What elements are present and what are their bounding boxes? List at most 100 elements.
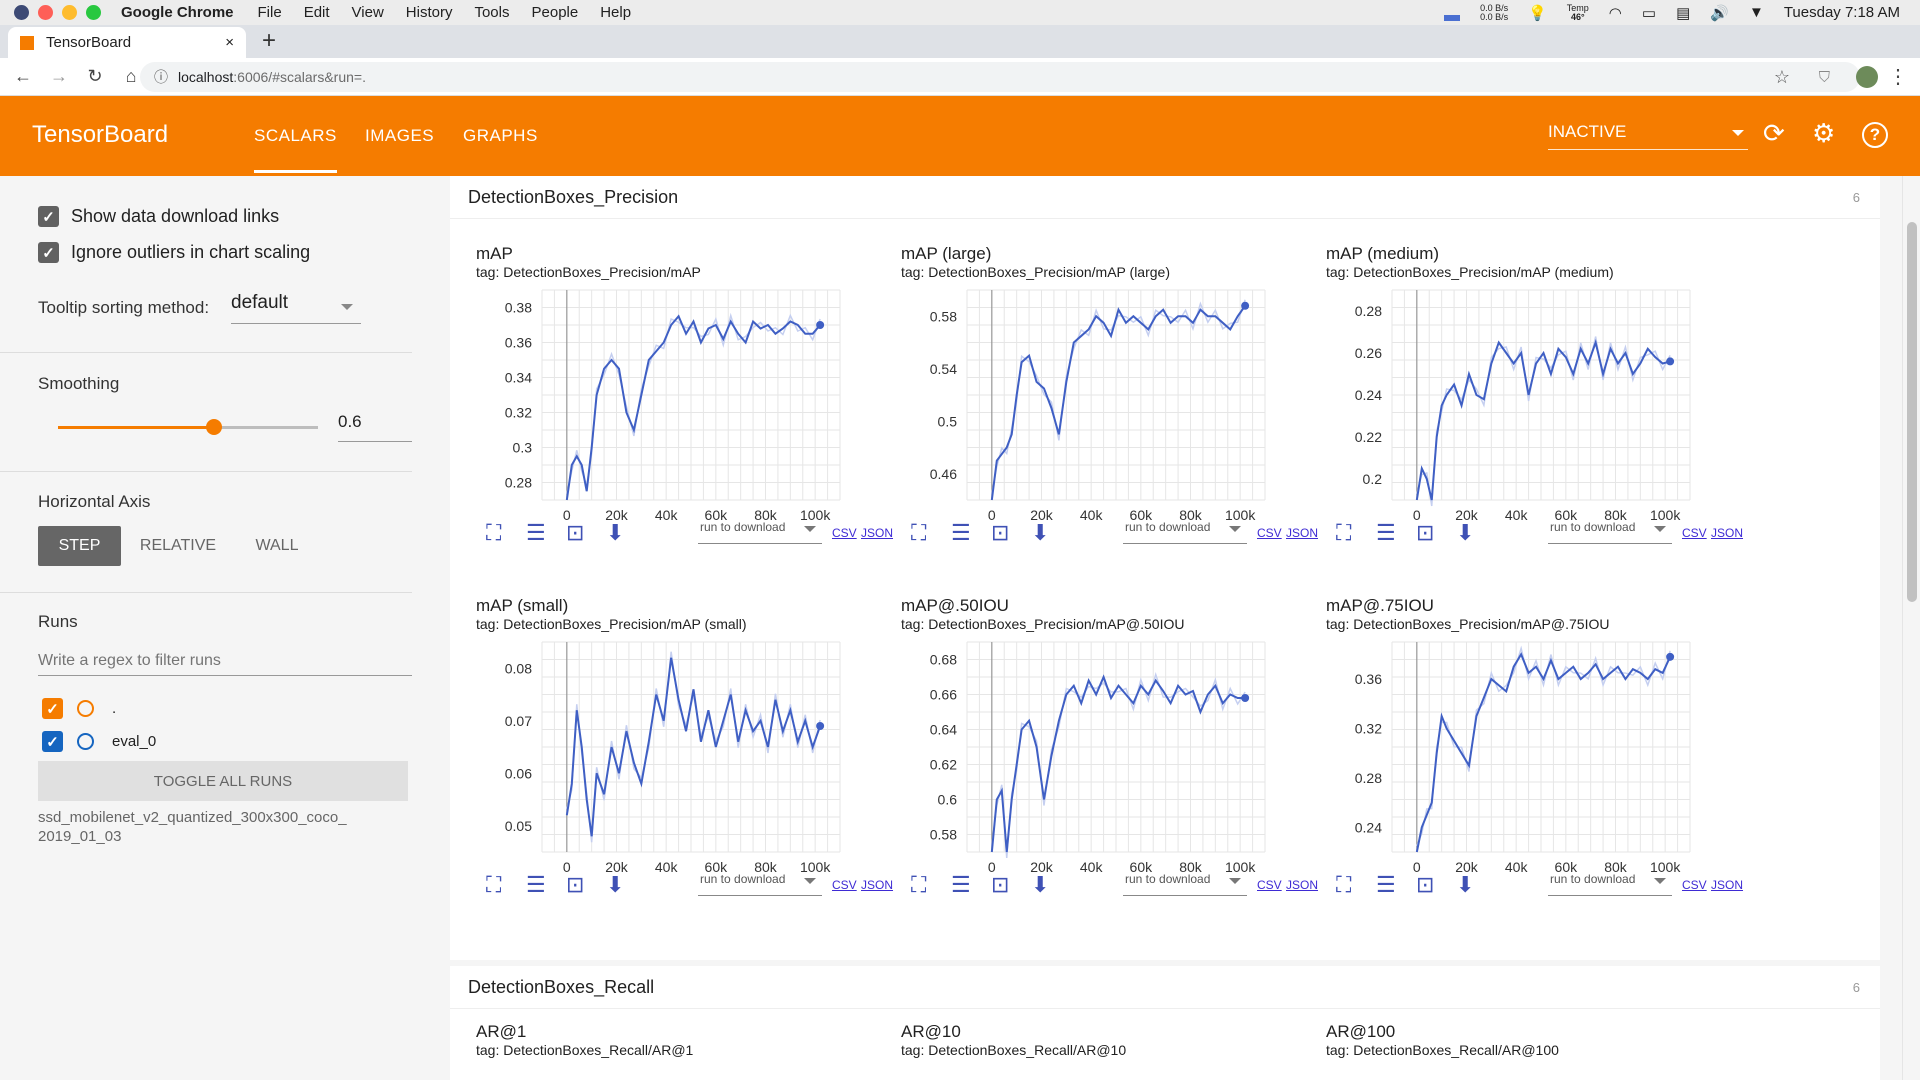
run-to-download-select[interactable]: run to download [1123,520,1247,544]
menu-view[interactable]: View [352,4,384,21]
fullscreen-icon[interactable]: ⛶ [486,520,514,548]
axis-step-button[interactable]: STEP [38,526,121,566]
menu-file[interactable]: File [258,4,282,21]
download-icon[interactable]: ⬇ [606,872,634,900]
line-chart[interactable]: 0.28 0.3 0.32 0.34 0.36 0.38 0 20k 40k 60k 80k 100k [450,280,860,520]
line-chart[interactable]: 0.46 0.5 0.54 0.58 0 20k 40k 60k 80k 100k [875,280,1285,520]
toggle-log-scale-icon[interactable]: ☰ [526,872,554,900]
run-to-download-select[interactable]: run to download [1548,872,1672,896]
new-tab-icon[interactable]: + [262,27,276,55]
toggle-log-scale-icon[interactable]: ☰ [1376,872,1404,900]
minimize-window-icon[interactable] [62,5,77,20]
line-chart[interactable]: 0.05 0.06 0.07 0.08 0 20k 40k 60k 80k 100k [450,632,860,872]
run-to-download-select[interactable]: run to download [1548,520,1672,544]
run-color-radio-icon[interactable] [77,700,94,717]
runs-filter-input[interactable] [38,646,412,676]
run-to-download-select[interactable]: run to download [698,520,822,544]
download-icon[interactable]: ⬇ [1456,872,1484,900]
zoom-window-icon[interactable] [86,5,101,20]
browser-tab-tensorboard[interactable]: TensorBoard × [8,27,246,58]
menu-down-icon[interactable]: ▼ [1749,4,1764,21]
run-checkbox-checked-icon[interactable]: ✓ [42,698,63,719]
tab-graphs[interactable]: GRAPHS [463,126,538,146]
smoothing-slider-handle[interactable] [206,419,222,435]
line-chart[interactable]: 0.58 0.6 0.62 0.64 0.66 0.68 0 20k 40k 60k 80k 100k [875,632,1285,872]
toggle-all-runs-button[interactable]: TOGGLE ALL RUNS [38,761,408,801]
axis-wall-button[interactable]: WALL [236,526,318,566]
menu-tools[interactable]: Tools [474,4,509,21]
fit-domain-icon[interactable]: ⊡ [1416,872,1444,900]
close-tab-icon[interactable]: × [225,34,234,51]
fedora-icon[interactable] [14,5,29,20]
forward-icon[interactable]: → [46,66,72,87]
fit-domain-icon[interactable]: ⊡ [991,872,1019,900]
download-icon[interactable]: ⬇ [1456,520,1484,548]
extension-shield-icon[interactable]: ⛉ [1819,69,1830,86]
csv-download-link[interactable]: CSV [832,878,857,892]
run-checkbox-checked-icon[interactable]: ✓ [42,731,63,752]
ignore-outliers-checkbox[interactable]: ✓ Ignore outliers in chart scaling [38,242,310,263]
menu-people[interactable]: People [532,4,579,21]
close-window-icon[interactable] [38,5,53,20]
bookmark-star-icon[interactable]: ☆ [1774,67,1790,88]
tooltip-sorting-select[interactable]: default [231,292,361,324]
settings-gear-icon[interactable]: ⚙ [1812,118,1835,149]
volume-icon[interactable]: 🔊 [1710,4,1729,22]
clipboard-icon[interactable]: ▤ [1676,4,1690,22]
csv-download-link[interactable]: CSV [1682,526,1707,540]
reload-data-icon[interactable]: ⟳ [1763,118,1785,149]
toggle-log-scale-icon[interactable]: ☰ [951,872,979,900]
download-icon[interactable]: ⬇ [606,520,634,548]
fit-domain-icon[interactable]: ⊡ [991,520,1019,548]
fit-domain-icon[interactable]: ⊡ [566,872,594,900]
fullscreen-icon[interactable]: ⛶ [911,872,939,900]
chrome-menu-icon[interactable]: ⋮ [1888,64,1908,89]
toggle-log-scale-icon[interactable]: ☰ [526,520,554,548]
smoothing-input[interactable]: 0.6 [338,412,412,442]
wifi-icon[interactable]: ◠ [1609,4,1622,22]
url-input[interactable]: ⓘ localhost:6006/#scalars&run=. ☆ ⛉ [140,62,1860,92]
toggle-log-scale-icon[interactable]: ☰ [1376,520,1404,548]
tab-images[interactable]: IMAGES [365,126,434,146]
menu-history[interactable]: History [406,4,453,21]
show-download-links-checkbox[interactable]: ✓ Show data download links [38,206,279,227]
run-row-eval-0[interactable]: ✓ eval_0 [42,731,156,752]
reload-icon[interactable]: ↻ [82,66,108,87]
section-header-precision[interactable]: DetectionBoxes_Precision 6 [450,176,1880,219]
clock[interactable]: Tuesday 7:18 AM [1784,4,1900,21]
csv-download-link[interactable]: CSV [832,526,857,540]
profile-avatar[interactable] [1856,66,1878,88]
fullscreen-icon[interactable]: ⛶ [1336,520,1364,548]
battery-icon[interactable]: ▭ [1642,4,1656,22]
scrollbar-thumb[interactable] [1907,222,1917,602]
smoothing-slider[interactable] [58,419,318,435]
section-header-recall[interactable]: DetectionBoxes_Recall 6 [450,966,1880,1009]
menu-edit[interactable]: Edit [304,4,330,21]
fullscreen-icon[interactable]: ⛶ [1336,872,1364,900]
axis-relative-button[interactable]: RELATIVE [130,526,226,566]
download-icon[interactable]: ⬇ [1031,520,1059,548]
fullscreen-icon[interactable]: ⛶ [911,520,939,548]
fullscreen-icon[interactable]: ⛶ [486,872,514,900]
csv-download-link[interactable]: CSV [1257,526,1282,540]
run-to-download-select[interactable]: run to download [698,872,822,896]
run-to-download-select[interactable]: run to download [1123,872,1247,896]
csv-download-link[interactable]: CSV [1257,878,1282,892]
csv-download-link[interactable]: CSV [1682,878,1707,892]
help-icon[interactable]: ? [1862,122,1888,148]
run-row-dot[interactable]: ✓ . [42,698,116,719]
line-chart[interactable]: 0.2 0.22 0.24 0.26 0.28 0 20k 40k 60k 80k 100k [1300,280,1710,520]
inactive-dashboards-select[interactable]: INACTIVE [1548,122,1748,150]
json-download-link[interactable]: JSON [1711,878,1743,892]
app-name[interactable]: Google Chrome [121,4,234,21]
lightbulb-icon[interactable]: 💡 [1528,4,1547,22]
menu-help[interactable]: Help [600,4,631,21]
fit-domain-icon[interactable]: ⊡ [1416,520,1444,548]
run-color-radio-icon[interactable] [77,733,94,750]
site-info-icon[interactable]: ⓘ [154,67,168,87]
tab-scalars[interactable]: SCALARS [254,126,337,173]
fit-domain-icon[interactable]: ⊡ [566,520,594,548]
page-scrollbar[interactable] [1902,176,1920,1080]
download-icon[interactable]: ⬇ [1031,872,1059,900]
toggle-log-scale-icon[interactable]: ☰ [951,520,979,548]
